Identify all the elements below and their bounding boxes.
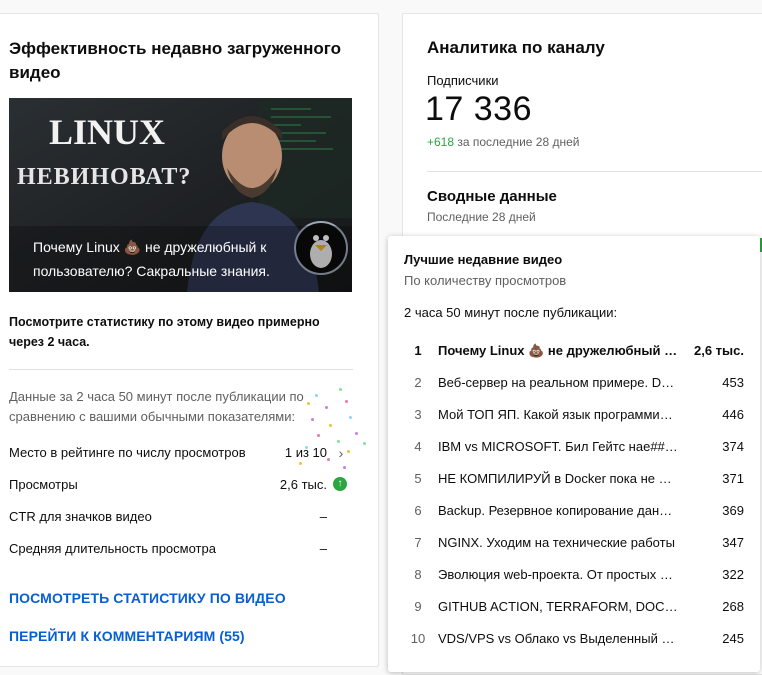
stat-row-rank[interactable]: Место в рейтинге по числу просмотров 1 и… bbox=[9, 443, 349, 463]
range-note: Данные за 2 часа 50 минут после публикац… bbox=[9, 389, 304, 424]
view-count: 268 bbox=[722, 599, 744, 614]
view-count: 322 bbox=[722, 567, 744, 582]
view-count: 347 bbox=[722, 535, 744, 550]
list-item[interactable]: 3 Мой ТОП ЯП. Какой язык программировани… bbox=[388, 399, 760, 431]
card-title: Эффективность недавно загруженного видео bbox=[9, 39, 342, 82]
rank: 9 bbox=[414, 599, 422, 614]
rank: 4 bbox=[414, 439, 422, 454]
video-title: Эволюция web-проекта. От простых сайтов bbox=[438, 567, 678, 582]
video-title: GITHUB ACTION, TERRAFORM, DOCKER, ANSIBL… bbox=[438, 599, 678, 614]
video-title: Backup. Резервное копирование данных bbox=[438, 503, 678, 518]
view-count: 453 bbox=[722, 375, 744, 390]
stat-label: Просмотры bbox=[9, 477, 78, 492]
list-item[interactable]: 7 NGINX. Уходим на технические работы 34… bbox=[388, 527, 760, 559]
go-to-comments-link[interactable]: ПЕРЕЙТИ К КОММЕНТАРИЯМ (55) bbox=[9, 626, 245, 646]
list-item[interactable]: 2 Веб-сервер на реальном примере. Docker… bbox=[388, 367, 760, 399]
view-count: 374 bbox=[722, 439, 744, 454]
divider bbox=[427, 171, 762, 172]
rank: 8 bbox=[414, 567, 422, 582]
subscribers-label: Подписчики bbox=[427, 73, 499, 88]
popup-subtitle: По количеству просмотров bbox=[404, 273, 567, 288]
list-item[interactable]: 9 GITHUB ACTION, TERRAFORM, DOCKER, ANSI… bbox=[388, 591, 760, 623]
view-count: 371 bbox=[722, 471, 744, 486]
list-item[interactable]: 10 VDS/VPS vs Облако vs Выделенный Серве… bbox=[388, 623, 760, 655]
video-thumbnail[interactable]: LINUX НЕВИНОВАТ? Почему Linux 💩 не друже… bbox=[9, 98, 352, 292]
video-title: VDS/VPS vs Облако vs Выделенный Сервер bbox=[438, 631, 678, 646]
stats-hint: Посмотрите статистику по этому видео при… bbox=[9, 315, 320, 349]
view-count: 245 bbox=[722, 631, 744, 646]
chevron-right-icon[interactable]: › bbox=[333, 445, 349, 461]
list-item[interactable]: 6 Backup. Резервное копирование данных 3… bbox=[388, 495, 760, 527]
list-item[interactable]: 5 НЕ КОМПИЛИРУЙ в Docker пока не посмотр… bbox=[388, 463, 760, 495]
popup-note: 2 часа 50 минут после публикации: bbox=[404, 305, 618, 320]
video-title: IBM vs MICROSOFT. Бил Гейтс нае### всех bbox=[438, 439, 678, 454]
arrow-up-icon: ↑ bbox=[333, 477, 349, 493]
subscribers-value: 17 336 bbox=[425, 90, 532, 128]
card-title: Аналитика по каналу bbox=[427, 38, 605, 57]
subscribers-delta-value: +618 bbox=[427, 135, 455, 149]
view-count: 2,6 тыс. bbox=[694, 343, 744, 358]
top-recent-videos-popup: Лучшие недавние видео По количеству прос… bbox=[388, 236, 760, 672]
summary-title: Сводные данные bbox=[427, 188, 557, 205]
rank: 6 bbox=[414, 503, 422, 518]
recent-video-performance-card: Эффективность недавно загруженного видео bbox=[0, 13, 379, 667]
stat-row-avg-duration: Средняя длительность просмотра – bbox=[9, 539, 349, 559]
popup-title: Лучшие недавние видео bbox=[404, 252, 563, 267]
divider bbox=[9, 369, 353, 370]
rank: 5 bbox=[414, 471, 422, 486]
thumb-text-line2: НЕВИНОВАТ? bbox=[17, 164, 191, 190]
rank: 1 bbox=[414, 343, 422, 358]
video-title: NGINX. Уходим на технические работы bbox=[438, 535, 675, 550]
video-title: Почему Linux 💩 не дружелюбный к пользова… bbox=[438, 343, 678, 358]
rank: 10 bbox=[410, 631, 426, 646]
view-video-stats-link[interactable]: ПОСМОТРЕТЬ СТАТИСТИКУ ПО ВИДЕО bbox=[9, 588, 286, 608]
stat-label: Место в рейтинге по числу просмотров bbox=[9, 445, 246, 460]
stat-row-ctr: CTR для значков видео – bbox=[9, 507, 349, 527]
stat-value: – bbox=[319, 541, 327, 556]
video-title: НЕ КОМПИЛИРУЙ в Docker пока не посмотриш… bbox=[438, 471, 678, 486]
stat-label: CTR для значков видео bbox=[9, 509, 152, 524]
list-item[interactable]: 1 Почему Linux 💩 не дружелюбный к пользо… bbox=[388, 335, 760, 367]
stat-value: – bbox=[319, 509, 327, 524]
summary-subtitle: Последние 28 дней bbox=[427, 210, 536, 224]
list-item[interactable]: 4 IBM vs MICROSOFT. Бил Гейтс нае### все… bbox=[388, 431, 760, 463]
view-count: 369 bbox=[722, 503, 744, 518]
list-item[interactable]: 8 Эволюция web-проекта. От простых сайто… bbox=[388, 559, 760, 591]
view-count: 446 bbox=[722, 407, 744, 422]
thumb-text-line1: LINUX bbox=[49, 112, 165, 152]
stat-row-views: Просмотры 2,6 тыс. ↑ bbox=[9, 475, 349, 495]
subscribers-delta: +618 за последние 28 дней bbox=[427, 135, 580, 149]
thumbnail-caption: Почему Linux 💩 не дружелюбный к пользова… bbox=[33, 239, 270, 279]
stat-label: Средняя длительность просмотра bbox=[9, 541, 216, 556]
rank: 3 bbox=[414, 407, 422, 422]
video-title: Мой ТОП ЯП. Какой язык программирования bbox=[438, 407, 678, 422]
rank: 7 bbox=[414, 535, 422, 550]
video-title: Веб-сервер на реальном примере. Docker bbox=[438, 375, 678, 390]
subscribers-delta-suffix: за последние 28 дней bbox=[457, 135, 580, 149]
rank: 2 bbox=[414, 375, 422, 390]
stat-value: 2,6 тыс. bbox=[279, 477, 327, 492]
